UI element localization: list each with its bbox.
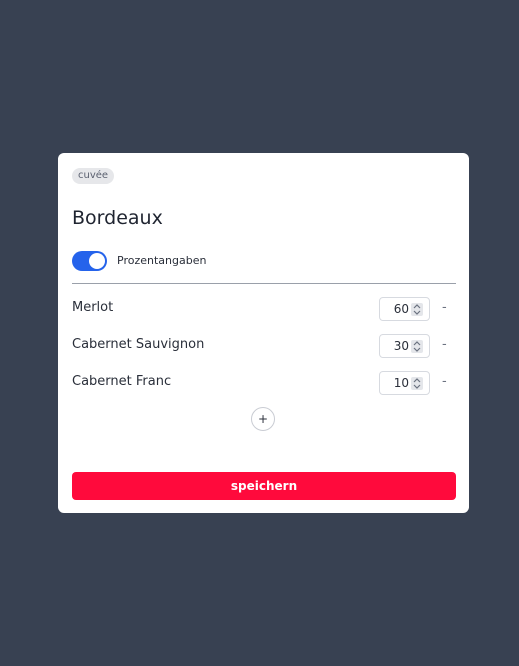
grape-name: Cabernet Franc (72, 374, 172, 389)
grape-row: Cabernet Sauvignon 30 - (72, 334, 456, 358)
remove-grape-button[interactable]: - (442, 336, 447, 354)
save-button[interactable]: speichern (72, 472, 456, 500)
grape-row: Cabernet Franc 10 - (72, 371, 456, 395)
percentage-value: 60 (393, 302, 409, 316)
add-grape-button[interactable]: + (251, 407, 275, 431)
remove-grape-button[interactable]: - (442, 373, 447, 391)
page-title: Bordeaux (72, 207, 163, 229)
spinner-icon[interactable] (411, 377, 423, 390)
spinner-icon[interactable] (411, 340, 423, 353)
remove-grape-button[interactable]: - (442, 299, 447, 317)
percentage-value: 10 (393, 376, 409, 390)
grape-name: Merlot (72, 300, 114, 315)
percentage-value: 30 (393, 339, 409, 353)
cuvee-tag: cuvée (72, 168, 115, 184)
percentage-toggle-label: Prozentangaben (117, 254, 207, 267)
toggle-knob (89, 253, 105, 269)
grape-name: Cabernet Sauvignon (72, 337, 205, 352)
percentage-input[interactable]: 10 (379, 371, 430, 395)
plus-icon: + (257, 412, 269, 426)
wine-card: cuvée Bordeaux Prozentangaben Merlot 60 … (58, 153, 469, 513)
spinner-icon[interactable] (411, 303, 423, 316)
divider (72, 283, 456, 284)
percentage-input[interactable]: 30 (379, 334, 430, 358)
grape-row: Merlot 60 - (72, 297, 456, 321)
percentage-toggle[interactable] (72, 251, 107, 271)
percentage-input[interactable]: 60 (379, 297, 430, 321)
